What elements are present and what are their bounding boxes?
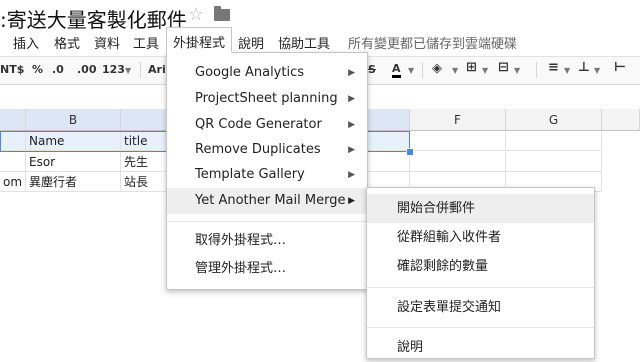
cell-e2[interactable] [366, 152, 410, 172]
cell-g1[interactable] [506, 131, 602, 151]
cell-f2[interactable] [410, 152, 506, 172]
chevron-down-icon: ▼ [452, 66, 459, 75]
vertical-align-icon[interactable]: ⊥ [578, 60, 590, 75]
menu-format[interactable]: 格式 [54, 33, 80, 52]
submenu-arrow-icon: ▶ [348, 94, 355, 104]
mail-merge-submenu: 開始合併郵件 從群組輸入收件者 確認剩餘的數量 設定表單提交通知 說明 [366, 187, 595, 359]
chevron-down-icon: ▼ [408, 66, 415, 75]
submenu-item-form-notifications[interactable]: 設定表單提交通知 [367, 293, 594, 322]
cell-a3[interactable]: om [0, 172, 26, 192]
star-icon[interactable]: ☆ [188, 4, 204, 25]
cell-c1[interactable]: title [121, 131, 167, 151]
text-wrap-icon[interactable]: ⊢ [614, 60, 626, 75]
column-header-a[interactable] [0, 109, 26, 131]
folder-icon[interactable] [214, 6, 230, 21]
cell-c3[interactable]: 站長 [121, 172, 167, 192]
cell-c2[interactable]: 先生 [121, 152, 167, 172]
submenu-item-check-quota[interactable]: 確認剩餘的數量 [367, 252, 594, 281]
menu-data[interactable]: 資料 [94, 33, 120, 52]
menu-item-projectsheet-planning[interactable]: ProjectSheet planning ▶ [167, 86, 367, 112]
borders-icon[interactable]: ⊞ [466, 60, 477, 75]
cell-b3[interactable]: 異塵行者 [26, 172, 121, 192]
chevron-down-icon: ▼ [514, 66, 521, 75]
menu-item-label: ProjectSheet planning [195, 91, 338, 106]
menu-item-label: Google Analytics [195, 65, 305, 80]
cell-b2[interactable]: Esor [26, 152, 121, 172]
column-header-e[interactable] [366, 109, 410, 131]
cell-a1[interactable] [0, 131, 26, 151]
cell-a2[interactable] [0, 152, 26, 172]
menu-item-template-gallery[interactable]: Template Gallery ▶ [167, 162, 367, 188]
text-color-button[interactable]: A [392, 63, 401, 78]
menu-item-google-analytics[interactable]: Google Analytics ▶ [167, 60, 367, 86]
cell-g2[interactable] [506, 152, 602, 172]
submenu-arrow-icon: ▶ [348, 170, 355, 180]
submenu-divider [367, 287, 594, 288]
menu-tools[interactable]: 工具 [133, 33, 159, 52]
decrease-decimal-button[interactable]: .0 [52, 63, 64, 76]
chevron-down-icon: ▼ [564, 66, 571, 75]
cell-e1[interactable] [366, 131, 410, 151]
menu-item-qr-code-generator[interactable]: QR Code Generator ▶ [167, 112, 367, 138]
increase-decimal-button[interactable]: .00 [77, 63, 97, 76]
submenu-arrow-icon: ▶ [348, 196, 355, 206]
menu-item-label: Yet Another Mail Merge [195, 193, 346, 208]
column-header-f[interactable]: F [410, 109, 506, 131]
currency-format-button[interactable]: NT$ [0, 63, 24, 76]
more-formats-button[interactable]: 123 [102, 63, 125, 76]
menu-item-label: QR Code Generator [195, 117, 322, 132]
submenu-item-help[interactable]: 說明 [367, 333, 594, 362]
column-header-h[interactable] [602, 109, 640, 131]
menu-divider [167, 221, 367, 222]
submenu-item-start-mail-merge[interactable]: 開始合併郵件 [367, 194, 594, 223]
menu-addons[interactable]: 外掛程式 [166, 27, 232, 53]
menu-item-label: Remove Duplicates [195, 142, 321, 157]
chevron-down-icon: ▼ [594, 66, 601, 75]
submenu-divider [367, 327, 594, 328]
column-header-g[interactable]: G [506, 109, 602, 131]
menu-help[interactable]: 說明 [238, 33, 264, 52]
menu-insert[interactable]: 插入 [13, 33, 39, 52]
menu-accessibility[interactable]: 協助工具 [278, 33, 330, 52]
fill-handle[interactable] [406, 148, 414, 156]
cell-f1[interactable] [410, 131, 506, 151]
cell-b1[interactable]: Name [26, 131, 121, 151]
addons-menu: Google Analytics ▶ ProjectSheet planning… [166, 52, 368, 290]
menu-item-remove-duplicates[interactable]: Remove Duplicates ▶ [167, 137, 367, 163]
merge-cells-icon[interactable]: ⊟ [498, 60, 509, 75]
align-left-icon[interactable]: ≡ [548, 60, 559, 75]
menu-item-label: Template Gallery [195, 167, 305, 182]
fill-color-icon[interactable]: ◈ [432, 61, 442, 76]
submenu-arrow-icon: ▶ [348, 120, 355, 130]
strikethrough-button[interactable]: S [368, 63, 376, 76]
submenu-arrow-icon: ▶ [348, 68, 355, 78]
menu-item-manage-addons[interactable]: 管理外掛程式… [167, 256, 367, 282]
submenu-arrow-icon: ▶ [348, 145, 355, 155]
save-status[interactable]: 所有變更都已儲存到雲端硬碟 [348, 33, 517, 52]
chevron-down-icon: ▼ [482, 66, 489, 75]
menu-bar: 插入 格式 資料 工具 說明 協助工具 所有變更都已儲存到雲端硬碟 [0, 29, 640, 53]
submenu-item-import-group[interactable]: 從群組輸入收件者 [367, 223, 594, 252]
chevron-down-icon: ▼ [125, 66, 132, 75]
menu-item-get-addons[interactable]: 取得外掛程式… [167, 228, 367, 254]
percent-format-button[interactable]: % [32, 63, 43, 76]
menu-item-yet-another-mail-merge[interactable]: Yet Another Mail Merge ▶ [167, 188, 367, 214]
menu-addons-label: 外掛程式 [173, 36, 226, 51]
column-header-b[interactable]: B [26, 109, 121, 131]
column-header-c[interactable] [121, 109, 167, 131]
